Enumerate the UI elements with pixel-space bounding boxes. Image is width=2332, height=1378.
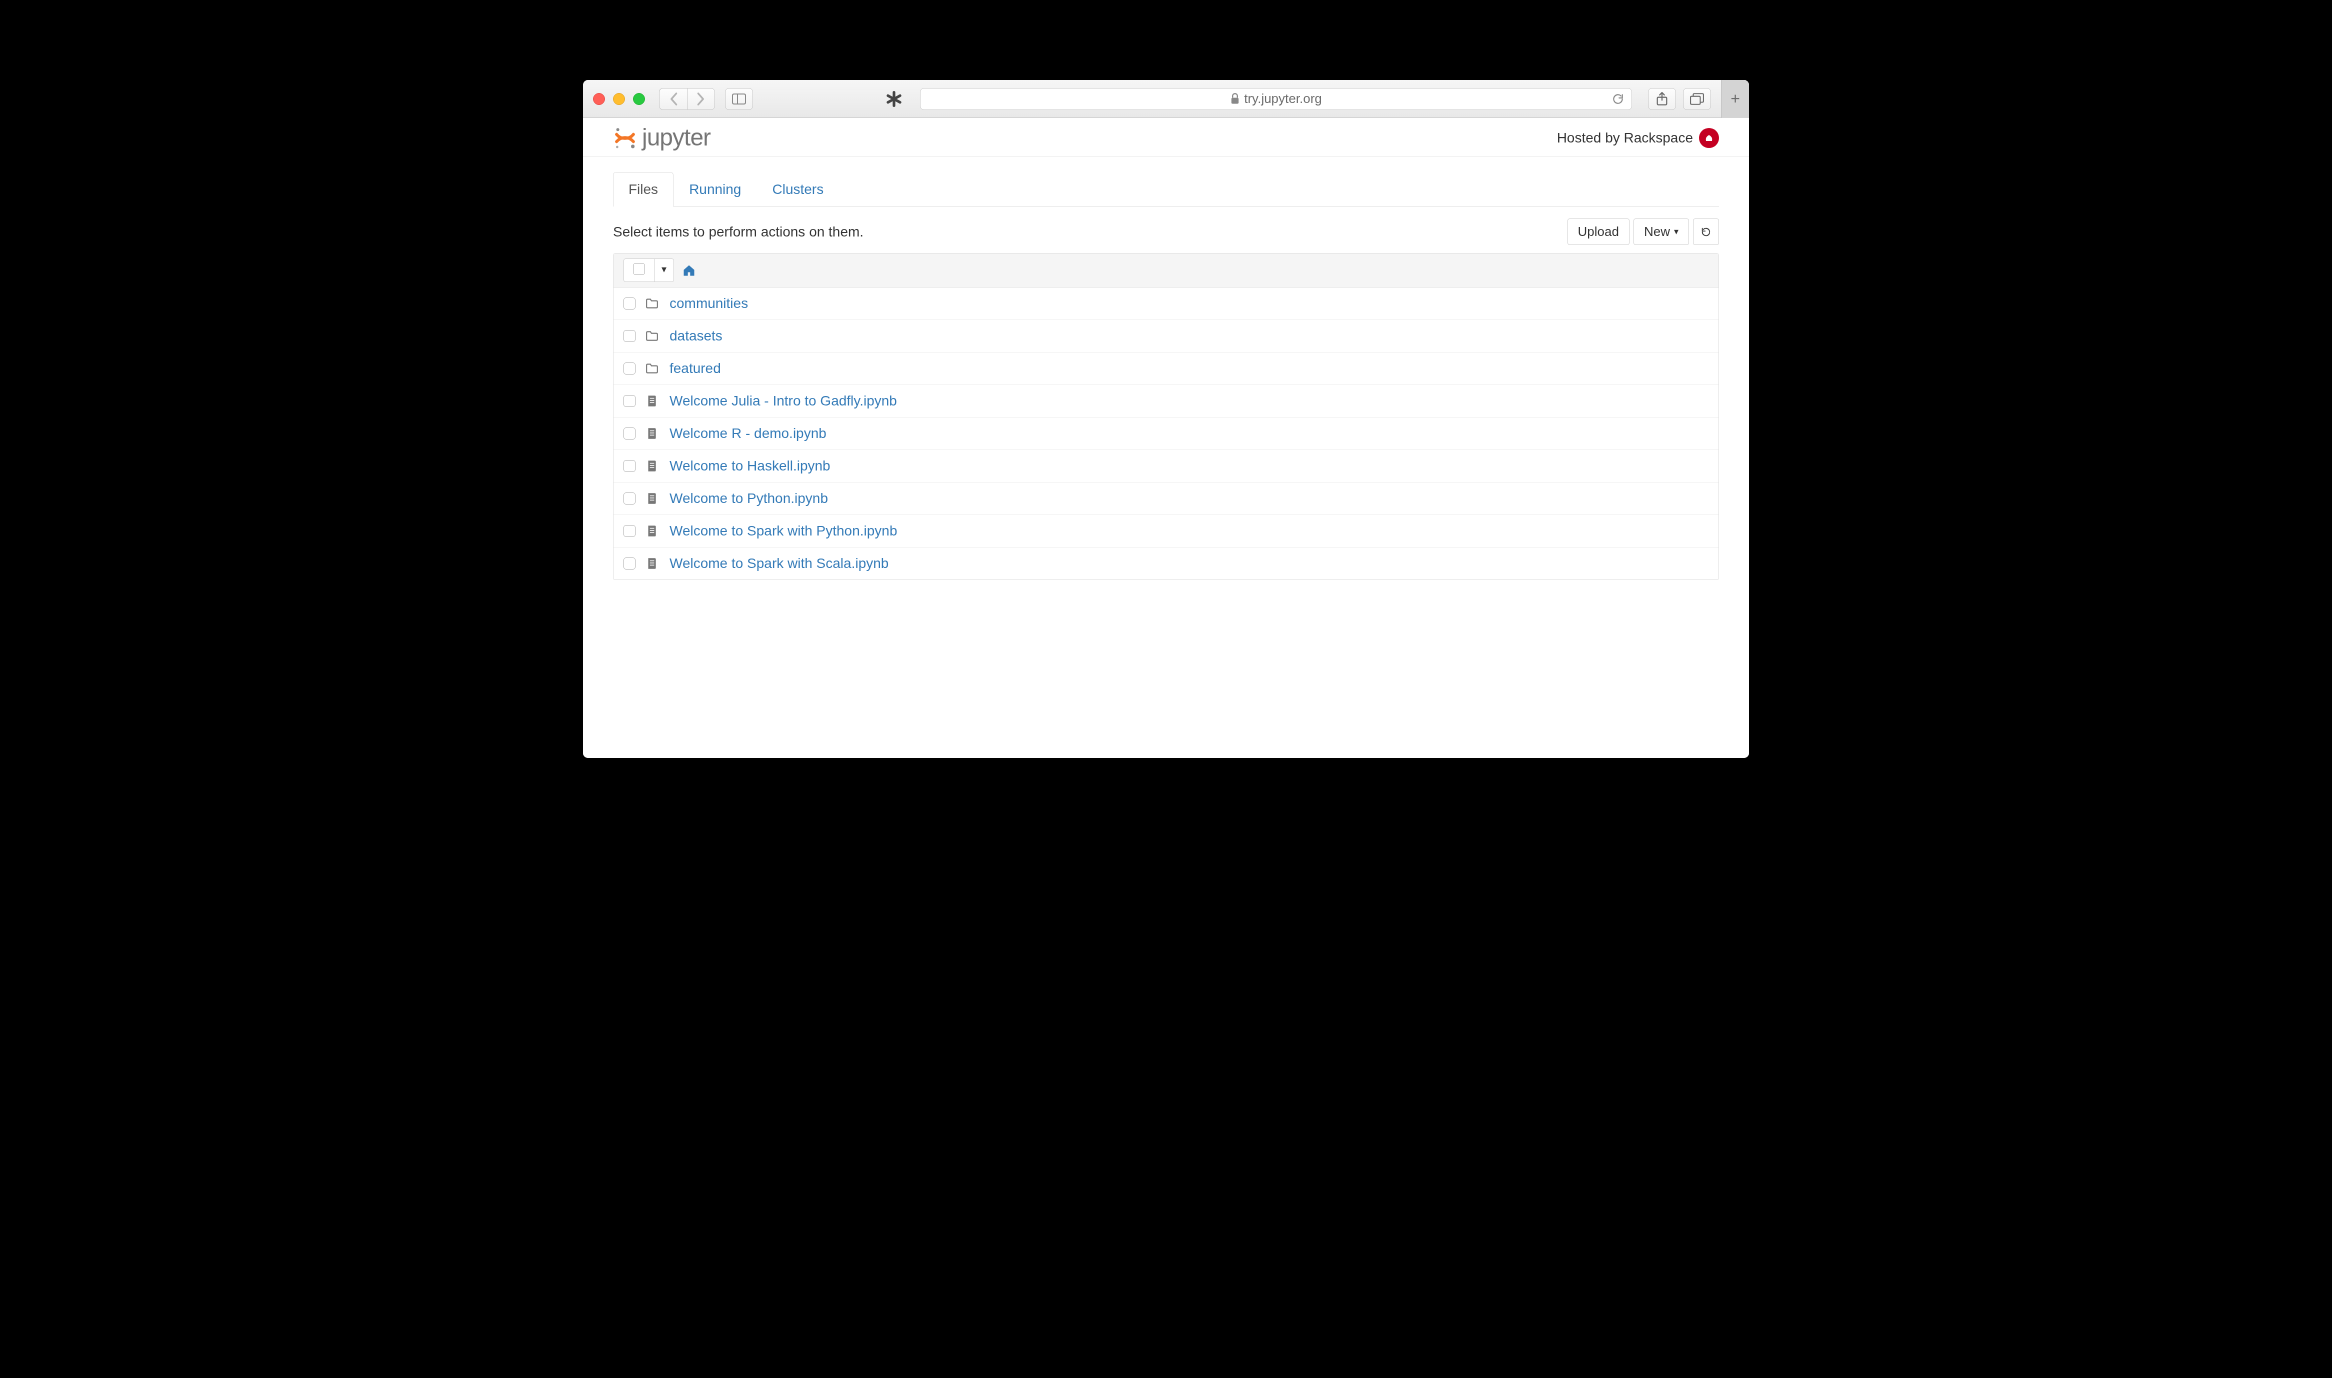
list-item: Welcome to Haskell.ipynb — [614, 450, 1719, 483]
toolbar-buttons: Upload New ▾ — [1567, 219, 1719, 246]
back-button[interactable] — [659, 88, 687, 110]
folder-icon — [646, 331, 660, 342]
sidebar-icon — [732, 93, 746, 104]
refresh-icon[interactable] — [1612, 92, 1625, 105]
caret-down-icon: ▾ — [1674, 227, 1679, 238]
nav-back-forward — [659, 88, 715, 110]
notebook-icon — [646, 525, 660, 538]
jupyter-logo[interactable]: jupyter — [613, 124, 711, 152]
extension-button[interactable] — [880, 88, 908, 110]
notebook-icon — [646, 492, 660, 505]
tab-label: Running — [689, 182, 741, 198]
upload-label: Upload — [1578, 224, 1619, 240]
item-link[interactable]: Welcome to Spark with Scala.ipynb — [670, 556, 889, 572]
caret-down-icon[interactable]: ▾ — [655, 259, 674, 282]
select-all-checkbox[interactable] — [624, 259, 655, 282]
file-list: ▾ communities datasets — [613, 253, 1719, 580]
minimize-window-button[interactable] — [613, 93, 625, 105]
folder-icon — [646, 298, 660, 309]
list-item: Welcome to Spark with Python.ipynb — [614, 515, 1719, 548]
safari-window: try.jupyter.org + — [583, 80, 1749, 758]
item-link[interactable]: Welcome to Haskell.ipynb — [670, 458, 831, 474]
tabs: Files Running Clusters — [613, 172, 1719, 207]
browser-titlebar: try.jupyter.org + — [583, 80, 1749, 118]
lock-icon — [1230, 93, 1240, 105]
item-checkbox[interactable] — [624, 363, 636, 375]
chevron-left-icon — [668, 92, 678, 106]
new-tab-button[interactable]: + — [1721, 80, 1749, 118]
notebook-icon — [646, 460, 660, 473]
hosted-by[interactable]: Hosted by Rackspace — [1557, 128, 1719, 148]
item-checkbox[interactable] — [624, 428, 636, 440]
url-bar[interactable]: try.jupyter.org — [920, 88, 1632, 110]
folder-icon — [646, 363, 660, 374]
list-item: Welcome to Python.ipynb — [614, 483, 1719, 516]
item-link[interactable]: communities — [670, 296, 749, 312]
list-item: communities — [614, 288, 1719, 321]
share-button[interactable] — [1648, 88, 1676, 110]
close-window-button[interactable] — [593, 93, 605, 105]
list-item: featured — [614, 353, 1719, 386]
item-link[interactable]: Welcome to Spark with Python.ipynb — [670, 523, 898, 539]
list-item: datasets — [614, 320, 1719, 353]
notebook-icon — [646, 427, 660, 440]
item-checkbox[interactable] — [624, 525, 636, 537]
maximize-window-button[interactable] — [633, 93, 645, 105]
list-header: ▾ — [614, 254, 1719, 288]
tabs-icon — [1690, 93, 1704, 105]
asterisk-icon — [886, 91, 902, 107]
item-link[interactable]: Welcome R - demo.ipynb — [670, 426, 827, 442]
item-checkbox[interactable] — [624, 493, 636, 505]
item-link[interactable]: Welcome Julia - Intro to Gadfly.ipynb — [670, 393, 897, 409]
page-content: jupyter Hosted by Rackspace Files Runnin… — [583, 118, 1749, 758]
new-label: New — [1644, 224, 1670, 240]
share-icon — [1656, 92, 1668, 106]
jupyter-logo-icon — [613, 126, 637, 150]
window-controls — [593, 93, 645, 105]
hosted-by-text: Hosted by Rackspace — [1557, 130, 1693, 146]
rackspace-icon — [1699, 128, 1719, 148]
list-item: Welcome R - demo.ipynb — [614, 418, 1719, 451]
sidebar-toggle-button[interactable] — [725, 88, 753, 110]
tab-label: Clusters — [772, 182, 823, 198]
select-all-dropdown[interactable]: ▾ — [624, 259, 675, 283]
url-text: try.jupyter.org — [1244, 91, 1322, 107]
chevron-right-icon — [696, 92, 706, 106]
tabs-button[interactable] — [1683, 88, 1711, 110]
tab-clusters[interactable]: Clusters — [757, 172, 839, 207]
jupyter-header: jupyter Hosted by Rackspace — [583, 118, 1749, 157]
list-item: Welcome Julia - Intro to Gadfly.ipynb — [614, 385, 1719, 418]
item-checkbox[interactable] — [624, 395, 636, 407]
tab-files[interactable]: Files — [613, 172, 674, 207]
upload-button[interactable]: Upload — [1567, 219, 1629, 246]
logo-text: jupyter — [642, 124, 711, 152]
list-item: Welcome to Spark with Scala.ipynb — [614, 548, 1719, 580]
tab-label: Files — [629, 182, 659, 198]
toolbar: Select items to perform actions on them.… — [613, 219, 1719, 246]
item-link[interactable]: Welcome to Python.ipynb — [670, 491, 828, 507]
item-checkbox[interactable] — [624, 298, 636, 310]
item-link[interactable]: datasets — [670, 328, 723, 344]
notebook-icon — [646, 395, 660, 408]
right-toolbar-buttons — [1648, 88, 1711, 110]
home-icon[interactable] — [682, 264, 696, 277]
main-container: Files Running Clusters Select items to p… — [583, 157, 1749, 595]
item-checkbox[interactable] — [624, 558, 636, 570]
refresh-list-button[interactable] — [1693, 219, 1719, 246]
tab-running[interactable]: Running — [674, 172, 757, 207]
refresh-icon — [1701, 226, 1712, 237]
notebook-icon — [646, 557, 660, 570]
item-checkbox[interactable] — [624, 330, 636, 342]
new-button[interactable]: New ▾ — [1633, 219, 1689, 246]
item-checkbox[interactable] — [624, 460, 636, 472]
item-link[interactable]: featured — [670, 361, 721, 377]
forward-button[interactable] — [687, 88, 715, 110]
toolbar-info-text: Select items to perform actions on them. — [613, 224, 864, 240]
